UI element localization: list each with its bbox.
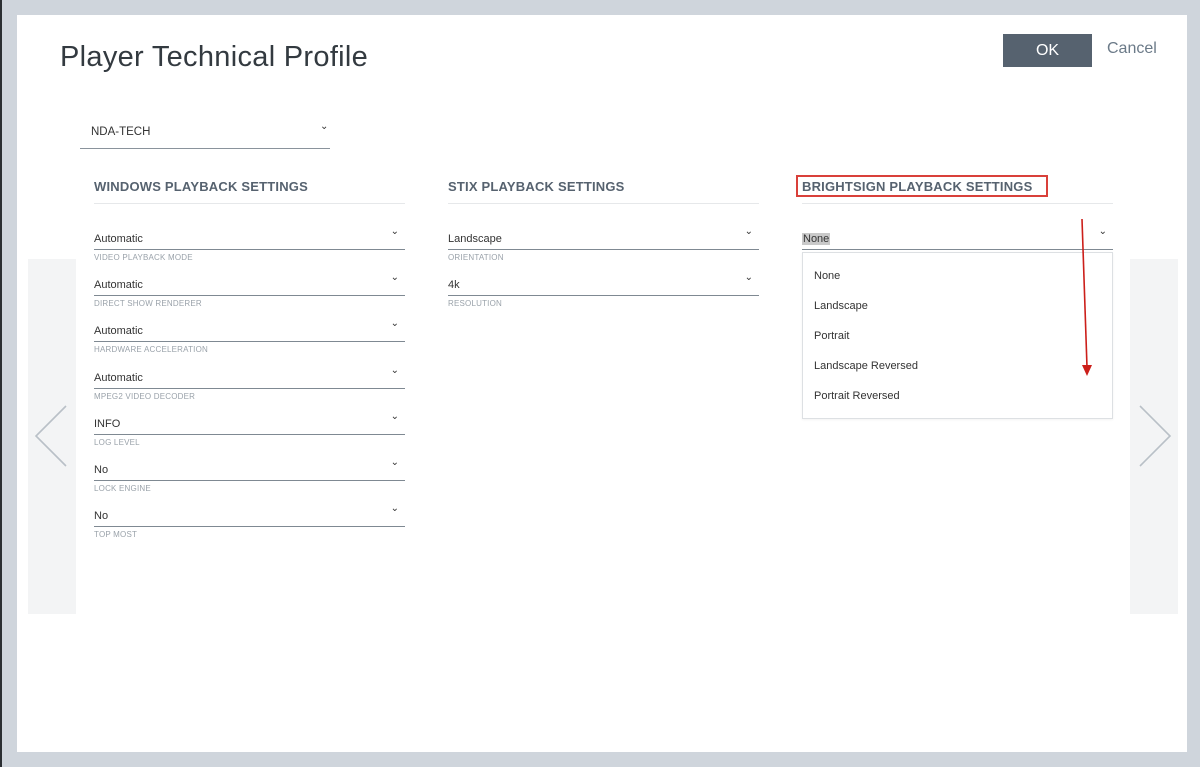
resolution-select[interactable]: 4k ⌄ bbox=[448, 273, 759, 296]
resolution-value: 4k bbox=[448, 279, 460, 291]
mpeg2-video-decoder-value: Automatic bbox=[94, 372, 143, 384]
orientation-label: ORIENTATION bbox=[448, 253, 504, 262]
annotation-arrow-icon bbox=[1077, 217, 1093, 384]
orientation-value: Landscape bbox=[448, 233, 502, 245]
dropdown-option-landscape[interactable]: Landscape bbox=[814, 300, 868, 312]
chevron-down-icon: ⌄ bbox=[390, 457, 399, 468]
top-most-select[interactable]: No ⌄ bbox=[94, 504, 405, 527]
direct-show-renderer-select[interactable]: Automatic ⌄ bbox=[94, 273, 405, 296]
hardware-acceleration-label: HARDWARE ACCELERATION bbox=[94, 345, 208, 354]
top-most-value: No bbox=[94, 510, 109, 522]
dropdown-option-landscape-reversed[interactable]: Landscape Reversed bbox=[814, 360, 918, 372]
dropdown-option-portrait[interactable]: Portrait bbox=[814, 330, 849, 342]
brightsign-orientation-value: None bbox=[802, 233, 831, 245]
chevron-down-icon: ⌄ bbox=[390, 365, 399, 376]
top-most-label: TOP MOST bbox=[94, 530, 138, 539]
page-title: Player Technical Profile bbox=[60, 41, 369, 73]
hardware-acceleration-select[interactable]: Automatic ⌄ bbox=[94, 319, 405, 342]
chevron-down-icon: ⌄ bbox=[744, 272, 753, 283]
mpeg2-video-decoder-label: MPEG2 VIDEO DECODER bbox=[94, 392, 196, 401]
chevron-left-icon[interactable] bbox=[34, 404, 68, 473]
cancel-button[interactable]: Cancel bbox=[1107, 40, 1157, 58]
brightsign-title-highlight bbox=[796, 175, 1048, 197]
chevron-down-icon: ⌄ bbox=[320, 121, 329, 132]
chevron-down-icon: ⌄ bbox=[390, 503, 399, 514]
direct-show-renderer-label: DIRECT SHOW RENDERER bbox=[94, 299, 202, 308]
brightsign-settings-divider bbox=[802, 203, 1113, 204]
orientation-select[interactable]: Landscape ⌄ bbox=[448, 227, 759, 250]
windows-settings-title: WINDOWS PLAYBACK SETTINGS bbox=[94, 179, 308, 194]
player-technical-profile-dialog: Player Technical Profile OK Cancel NDA-T… bbox=[17, 15, 1187, 752]
chevron-down-icon: ⌄ bbox=[744, 226, 753, 237]
dropdown-option-none[interactable]: None bbox=[814, 270, 840, 282]
video-playback-mode-label: VIDEO PLAYBACK MODE bbox=[94, 253, 193, 262]
resolution-label: RESOLUTION bbox=[448, 299, 503, 308]
lock-engine-label: LOCK ENGINE bbox=[94, 484, 151, 493]
log-level-value: INFO bbox=[94, 418, 121, 430]
video-playback-mode-select[interactable]: Automatic ⌄ bbox=[94, 227, 405, 250]
window-edge bbox=[0, 0, 2, 767]
hardware-acceleration-value: Automatic bbox=[94, 325, 143, 337]
video-playback-mode-value: Automatic bbox=[94, 233, 143, 245]
windows-settings-divider bbox=[94, 203, 405, 204]
brightsign-orientation-select[interactable]: None ⌄ bbox=[802, 227, 1113, 250]
direct-show-renderer-value: Automatic bbox=[94, 279, 143, 291]
brightsign-orientation-dropdown: None Landscape Portrait Landscape Revers… bbox=[802, 252, 1113, 419]
profile-select[interactable]: NDA-TECH ⌄ bbox=[80, 118, 330, 149]
mpeg2-video-decoder-select[interactable]: Automatic ⌄ bbox=[94, 366, 405, 389]
log-level-label: LOG LEVEL bbox=[94, 438, 140, 447]
ok-button[interactable]: OK bbox=[1003, 34, 1092, 67]
chevron-down-icon: ⌄ bbox=[390, 411, 399, 422]
chevron-right-icon[interactable] bbox=[1138, 404, 1172, 473]
chevron-down-icon: ⌄ bbox=[390, 318, 399, 329]
lock-engine-value: No bbox=[94, 464, 109, 476]
lock-engine-select[interactable]: No ⌄ bbox=[94, 458, 405, 481]
chevron-down-icon: ⌄ bbox=[390, 226, 399, 237]
stix-settings-title: STIX PLAYBACK SETTINGS bbox=[448, 179, 625, 194]
dropdown-option-portrait-reversed[interactable]: Portrait Reversed bbox=[814, 390, 900, 402]
chevron-down-icon: ⌄ bbox=[390, 272, 399, 283]
chevron-down-icon: ⌄ bbox=[1098, 226, 1107, 237]
brightsign-selected-text: None bbox=[802, 233, 831, 245]
log-level-select[interactable]: INFO ⌄ bbox=[94, 412, 405, 435]
profile-select-value: NDA-TECH bbox=[91, 126, 151, 138]
stix-settings-divider bbox=[448, 203, 759, 204]
